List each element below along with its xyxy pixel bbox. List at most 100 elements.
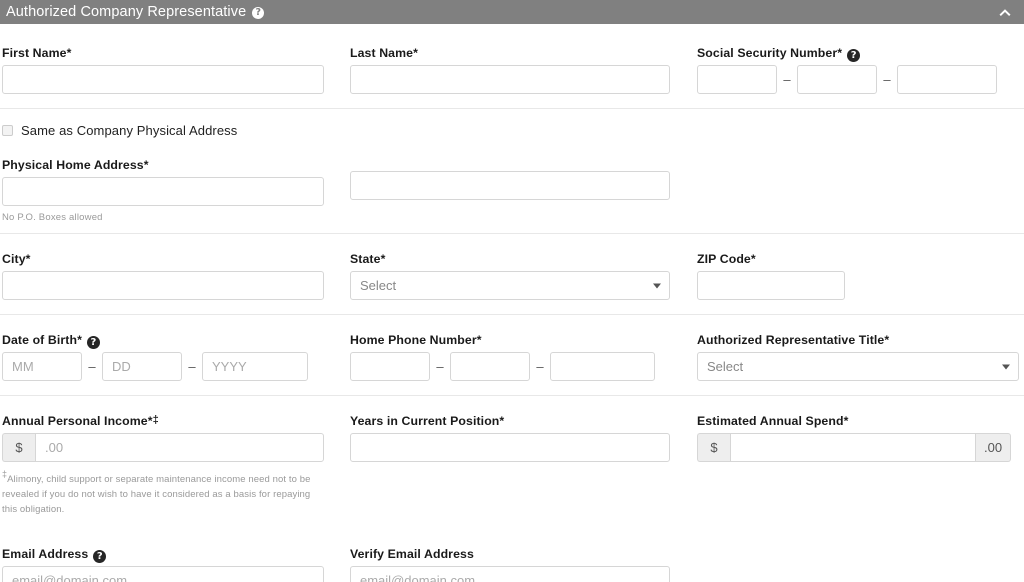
- email-help-icon[interactable]: ?: [93, 549, 107, 563]
- estimated-spend-label: Estimated Annual Spend *: [697, 414, 1024, 428]
- zip-input[interactable]: [697, 271, 845, 300]
- home-address-line1-input[interactable]: [2, 177, 324, 206]
- dob-label: Date of Birth * ?: [2, 333, 350, 349]
- dob-year-input[interactable]: [202, 352, 308, 381]
- home-phone-separator-1: –: [436, 359, 444, 374]
- currency-prefix-addon: $: [697, 433, 730, 462]
- rep-title-label: Authorized Representative Title *: [697, 333, 1024, 347]
- same-as-company-address-row[interactable]: Same as Company Physical Address: [2, 123, 350, 138]
- ssn-help-icon[interactable]: ?: [847, 48, 861, 62]
- field-rep-title: Authorized Representative Title * Select: [697, 333, 1024, 381]
- home-phone-part2-input[interactable]: [450, 352, 530, 381]
- home-phone-part1-input[interactable]: [350, 352, 430, 381]
- field-home-phone: Home Phone Number * – –: [350, 333, 697, 381]
- ssn-part3-input[interactable]: [897, 65, 997, 94]
- same-address-label[interactable]: Same as Company Physical Address: [21, 123, 237, 138]
- annual-income-group: $: [2, 433, 350, 462]
- ssn-separator-1: –: [783, 72, 791, 87]
- rep-title-label-text: Authorized Representative Title: [697, 333, 885, 347]
- city-label: City *: [2, 252, 350, 266]
- field-last-name: Last Name *: [350, 46, 697, 94]
- section-help-icon[interactable]: ?: [252, 7, 265, 19]
- email-input[interactable]: [2, 566, 324, 582]
- estimated-spend-label-text: Estimated Annual Spend: [697, 414, 844, 428]
- zip-label: ZIP Code *: [697, 252, 1024, 266]
- dob-month-input[interactable]: [2, 352, 82, 381]
- ssn-label-text: Social Security Number: [697, 46, 838, 60]
- home-address-line2-input[interactable]: [350, 171, 670, 200]
- home-address-required: *: [143, 158, 149, 172]
- field-home-address-line2: [350, 123, 697, 223]
- last-name-required: *: [413, 46, 418, 60]
- chevron-up-icon[interactable]: [996, 3, 1014, 21]
- field-verify-email: Verify Email Address: [350, 547, 697, 582]
- row-address: Same as Company Physical Address Physica…: [0, 109, 1024, 233]
- verify-email-input[interactable]: [350, 566, 670, 582]
- ssn-label: Social Security Number * ?: [697, 46, 1024, 62]
- years-in-position-label: Years in Current Position *: [350, 414, 697, 428]
- form-page: Authorized Company Representative ? Firs…: [0, 0, 1024, 582]
- home-address-label: Physical Home Address *: [2, 158, 350, 172]
- row-email: Email Address ? Verify Email Address: [0, 525, 1024, 582]
- verify-email-label: Verify Email Address: [350, 547, 697, 561]
- address-col-empty: [697, 123, 1024, 223]
- field-estimated-annual-spend: Estimated Annual Spend * $ .00: [697, 414, 1024, 517]
- dob-day-input[interactable]: [102, 352, 182, 381]
- estimated-spend-input[interactable]: [730, 433, 976, 462]
- annual-income-dagger: ‡: [152, 414, 159, 426]
- annual-income-label: Annual Personal Income * ‡: [2, 414, 350, 428]
- rep-title-select-value: Select: [707, 359, 744, 374]
- annual-income-footnote: ‡Alimony, child support or separate main…: [2, 469, 318, 517]
- field-annual-personal-income: Annual Personal Income*‡ $ ‡Alimony, chi…: [0, 414, 350, 517]
- first-name-required: *: [66, 46, 72, 60]
- home-phone-part3-input[interactable]: [550, 352, 655, 381]
- annual-income-input[interactable]: [35, 433, 324, 462]
- email-col-empty: [697, 547, 1024, 582]
- field-date-of-birth: Date of Birth* ? – –: [0, 333, 350, 381]
- form-body: First Name * Last Name * Social Security N…: [0, 24, 1024, 582]
- city-input[interactable]: [2, 271, 324, 300]
- home-phone-separator-2: –: [536, 359, 544, 374]
- state-label-text: State: [350, 252, 381, 266]
- ssn-part1-input[interactable]: [697, 65, 777, 94]
- ssn-part2-input[interactable]: [797, 65, 877, 94]
- last-name-label-text: Last Name: [350, 46, 414, 60]
- years-in-position-input[interactable]: [350, 433, 670, 462]
- row-income-years-spend: Annual Personal Income*‡ $ ‡Alimony, chi…: [0, 396, 1024, 525]
- dob-required: *: [77, 333, 82, 347]
- ssn-required: *: [837, 46, 843, 60]
- rep-title-select[interactable]: Select: [697, 352, 1019, 381]
- home-address-label-text: Physical Home Address: [2, 158, 144, 172]
- annual-income-footnote-text: Alimony, child support or separate maint…: [2, 474, 311, 515]
- state-select[interactable]: Select: [350, 271, 670, 300]
- dob-separator-2: –: [188, 359, 196, 374]
- currency-prefix-addon: $: [2, 433, 35, 462]
- last-name-input[interactable]: [350, 65, 670, 94]
- field-email: Email Address ?: [0, 547, 350, 582]
- annual-income-label-text: Annual Personal Income: [2, 414, 148, 428]
- dob-label-text: Date of Birth: [2, 333, 78, 347]
- home-phone-group: – –: [350, 352, 697, 381]
- field-first-name: First Name *: [0, 46, 350, 94]
- verify-email-label-text: Verify Email Address: [350, 547, 474, 562]
- email-label: Email Address ?: [2, 547, 350, 563]
- annual-income-footnote-dagger: ‡: [2, 469, 8, 479]
- city-label-text: City: [2, 252, 26, 266]
- home-address-helper-text: No P.O. Boxes allowed: [2, 212, 103, 223]
- zip-label-text: ZIP Code: [697, 252, 751, 266]
- ssn-group: – –: [697, 65, 1024, 94]
- home-phone-label-text: Home Phone Number: [350, 333, 477, 347]
- field-state: State * Select: [350, 252, 697, 300]
- dob-help-icon[interactable]: ?: [86, 335, 100, 349]
- row-city-state-zip: City * State * Select ZIP Code *: [0, 234, 1024, 314]
- section-header: Authorized Company Representative ?: [0, 0, 1024, 24]
- state-select-value: Select: [360, 278, 397, 293]
- field-home-address: Same as Company Physical Address Physica…: [0, 123, 350, 223]
- first-name-input[interactable]: [2, 65, 324, 94]
- chevron-down-icon: [1002, 364, 1010, 369]
- ssn-separator-2: –: [883, 72, 891, 87]
- estimated-spend-required: *: [843, 414, 849, 428]
- chevron-down-icon: [653, 283, 661, 288]
- same-address-checkbox[interactable]: [2, 125, 13, 136]
